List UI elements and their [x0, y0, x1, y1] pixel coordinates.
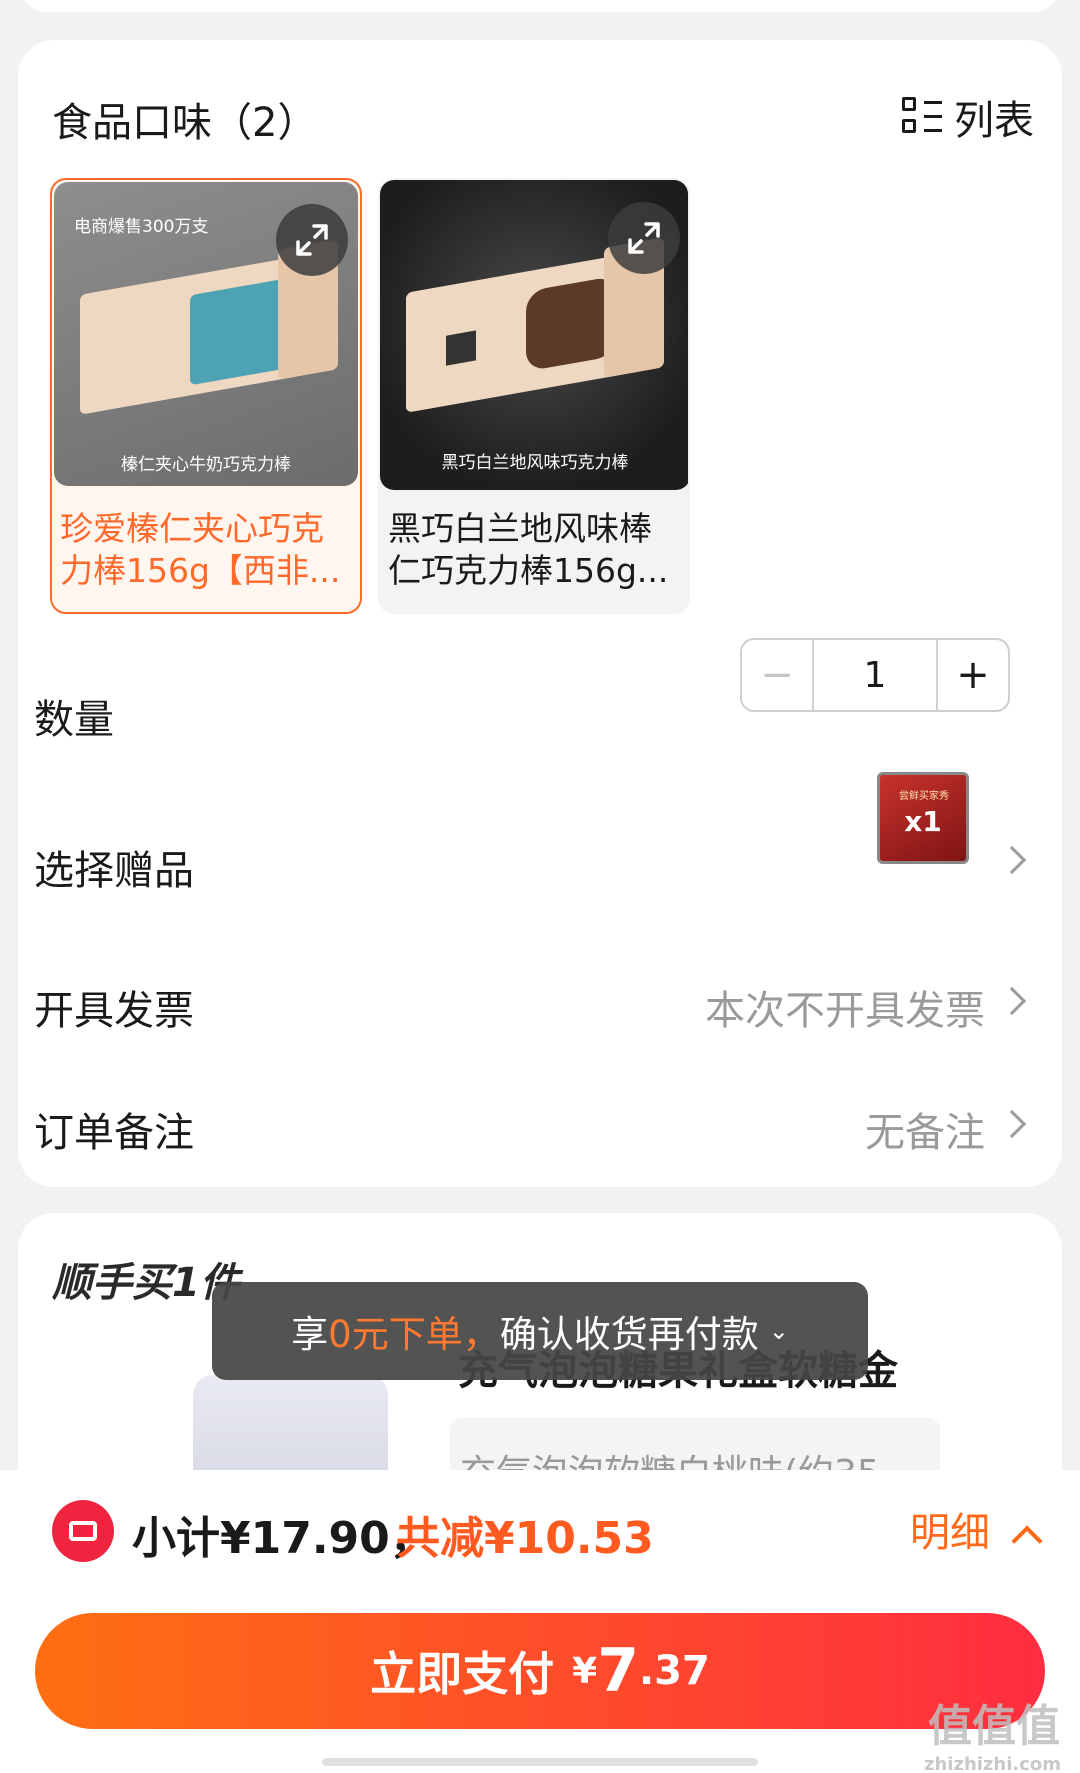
pay-label: 立即支付	[370, 1647, 555, 1701]
quantity-label: 数量	[34, 697, 114, 743]
discount-text: 共减¥10.53	[396, 1513, 654, 1564]
remark-label: 订单备注	[34, 1110, 194, 1156]
invoice-value[interactable]: 本次不开具发票	[705, 978, 985, 1036]
flavor-image-hazelnut: 电商爆售300万支 榛仁夹心牛奶巧克力棒	[54, 182, 358, 486]
list-view-toggle[interactable]: 列表	[902, 88, 1034, 146]
promo-text: 电商爆售300万支	[74, 217, 209, 237]
flavor-name: 珍爱榛仁夹心巧克力棒156g【西非...	[60, 509, 341, 590]
gift-label: 选择赠品	[34, 848, 194, 894]
gift-thumbnail[interactable]: 尝鲜买家秀 x1	[877, 772, 969, 864]
quantity-value[interactable]: 1	[814, 640, 936, 710]
invoice-label: 开具发票	[34, 988, 194, 1034]
remark-value[interactable]: 无备注	[865, 1100, 985, 1158]
increase-button[interactable]: +	[936, 640, 1008, 710]
expand-icon[interactable]	[608, 202, 680, 274]
toast-highlight: 0元下单，	[328, 1313, 500, 1356]
previous-card-edge	[18, 0, 1062, 12]
watermark-logo: 值值值	[928, 1701, 1060, 1752]
home-indicator[interactable]	[322, 1758, 758, 1766]
subtotal-text: 小计¥17.90，	[132, 1513, 434, 1564]
detail-button[interactable]: 明细	[910, 1500, 990, 1558]
watermark-site: zhizhizhi.com	[924, 1754, 1062, 1773]
pay-currency: ¥	[572, 1650, 598, 1692]
coupon-icon	[52, 1500, 114, 1562]
list-view-label: 列表	[954, 98, 1034, 144]
image-caption: 黑巧白兰地风味巧克力棒	[441, 453, 629, 473]
pay-later-toast[interactable]: 享 0元下单， 确认收货再付款 ⌄	[212, 1282, 868, 1380]
toast-prefix: 享	[291, 1313, 329, 1356]
pay-amount-dec: .37	[638, 1648, 710, 1694]
expand-icon[interactable]	[276, 204, 348, 276]
gift-count: x1	[904, 805, 942, 838]
list-view-icon	[902, 97, 942, 137]
flavor-section-title: 食品口味（2）	[52, 100, 318, 146]
pay-now-button[interactable]: 立即支付 ¥ 7 .37	[35, 1613, 1045, 1729]
quantity-stepper: − 1 +	[740, 638, 1010, 712]
pay-amount-int: 7	[597, 1636, 639, 1706]
flavor-name: 黑巧白兰地风味棒仁巧克力棒156g...	[388, 509, 669, 590]
toast-suffix: 确认收货再付款	[499, 1313, 759, 1356]
flavor-option-hazelnut[interactable]: 电商爆售300万支 榛仁夹心牛奶巧克力棒 珍爱榛仁夹心巧克力棒156g【西非..…	[50, 178, 362, 614]
watermark: 值值值 zhizhizhi.com	[924, 1690, 1061, 1773]
image-caption: 榛仁夹心牛奶巧克力棒	[121, 455, 291, 475]
flavor-image-brandy: 黑巧白兰地风味巧克力棒	[380, 180, 688, 490]
chevron-up-icon[interactable]	[1011, 1525, 1043, 1557]
chevron-down-icon: ⌄	[768, 1317, 789, 1345]
checkout-footer: 小计¥17.90， 共减¥10.53 明细 立即支付 ¥ 7 .37 值值值 z…	[0, 1470, 1080, 1773]
flavor-option-brandy[interactable]: 黑巧白兰地风味巧克力棒 黑巧白兰地风味棒仁巧克力棒156g...	[378, 178, 690, 614]
decrease-button[interactable]: −	[742, 640, 814, 710]
gift-thumb-text: 尝鲜买家秀	[899, 791, 949, 802]
